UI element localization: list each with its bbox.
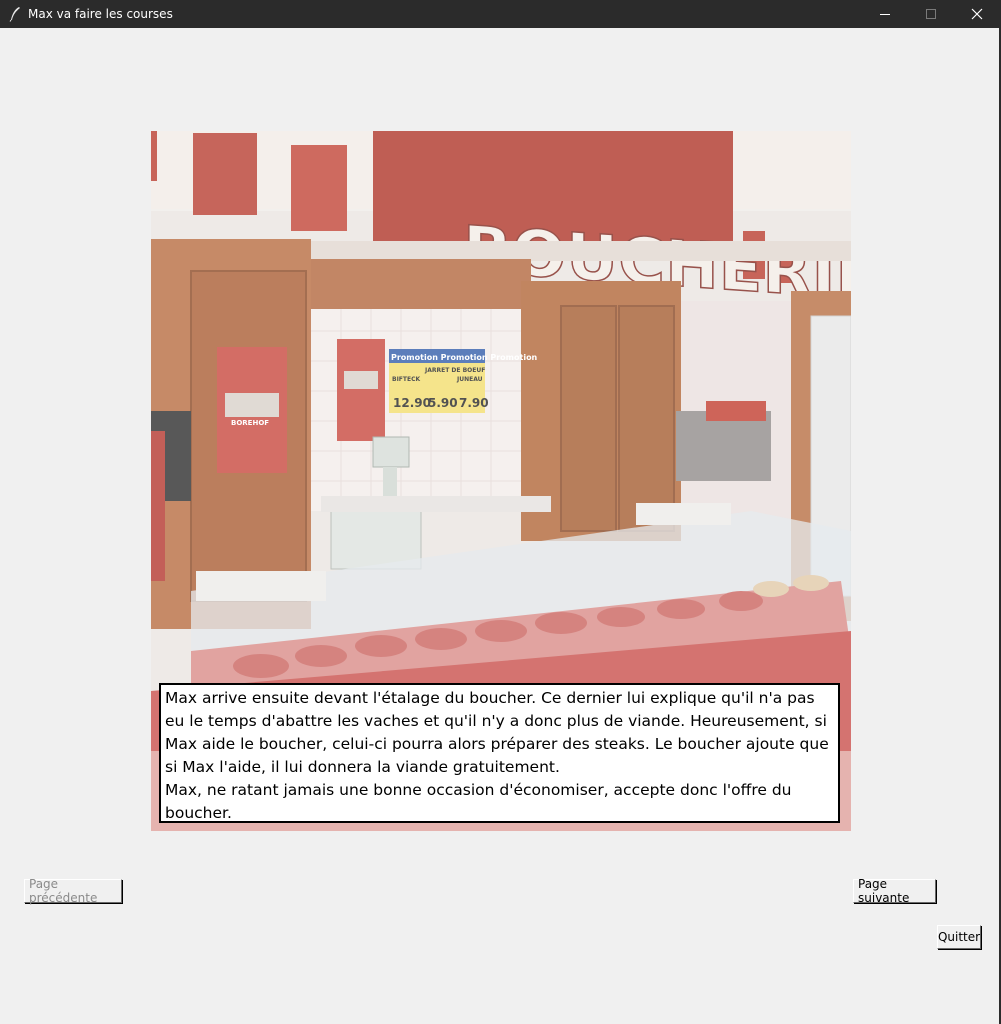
narration-paragraph-2: Max, ne ratant jamais une bonne occasion…: [165, 781, 792, 822]
feather-icon: [8, 6, 22, 22]
close-icon: [971, 8, 983, 20]
window-title: Max va faire les courses: [28, 7, 173, 21]
minimize-button[interactable]: [862, 0, 908, 28]
minimize-icon: [880, 14, 890, 15]
maximize-button[interactable]: [908, 0, 954, 28]
title-bar: Max va faire les courses: [0, 0, 1001, 28]
narration-paragraph-1: Max arrive ensuite devant l'étalage du b…: [165, 689, 829, 776]
maximize-icon: [926, 9, 936, 19]
previous-page-button[interactable]: Page précédente: [24, 877, 122, 905]
quit-button[interactable]: Quitter: [937, 925, 981, 949]
close-button[interactable]: [954, 0, 1000, 28]
next-page-button[interactable]: Page suivante: [853, 877, 936, 905]
narration-text: Max arrive ensuite devant l'étalage du b…: [159, 683, 840, 823]
